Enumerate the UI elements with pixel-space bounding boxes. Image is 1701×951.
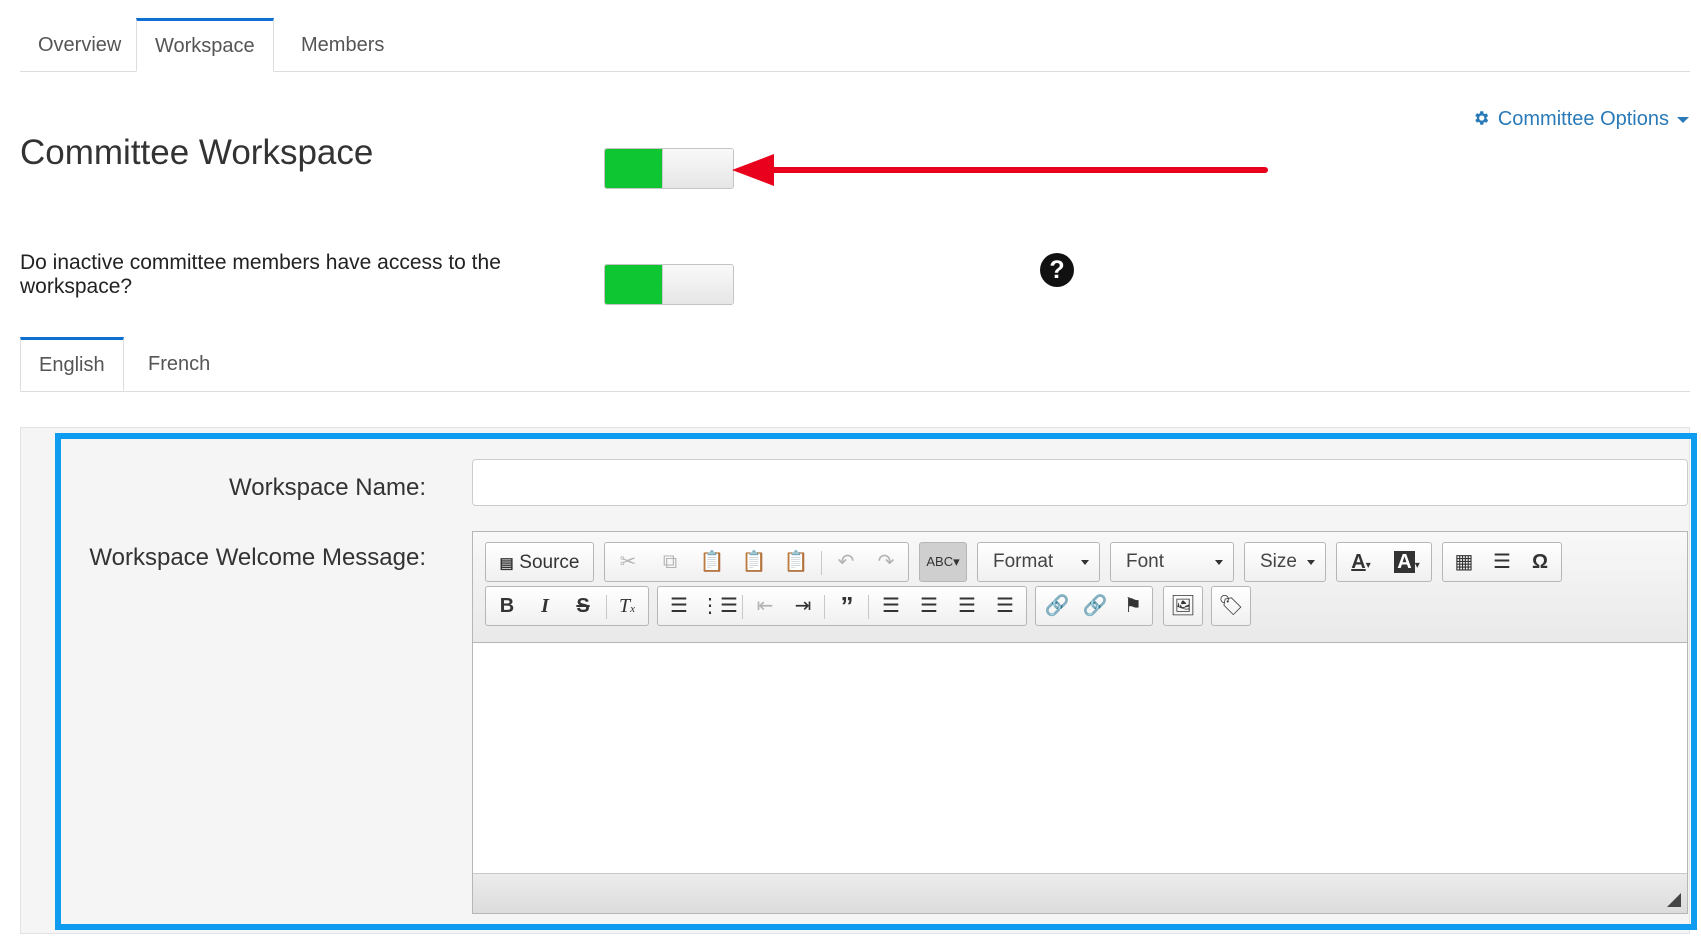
paste-word-icon[interactable]: 📋 [777, 543, 815, 581]
language-tabs: English French [20, 337, 1690, 392]
help-icon[interactable]: ? [1040, 253, 1074, 287]
align-center-icon[interactable]: ☰ [910, 587, 948, 625]
editor-content-area[interactable] [473, 643, 1687, 874]
top-tabs: Overview Workspace Members [20, 18, 1690, 72]
paste-icon[interactable]: 📋 [693, 543, 731, 581]
resize-handle-icon[interactable] [1667, 893, 1681, 907]
toggle-on-segment [605, 149, 662, 188]
dropdown-arrow-icon [1307, 560, 1315, 565]
paragraph-group: ☰ ⋮☰ ⇤ ⇥ ” ☰ ☰ ☰ ☰ [657, 586, 1027, 626]
color-group: A▾ A ▾ [1336, 542, 1432, 582]
text-color-icon[interactable]: A▾ [1339, 543, 1383, 581]
toggle-knob [662, 149, 733, 188]
numbered-list-icon[interactable]: ☰ [660, 587, 698, 625]
committee-options-dropdown[interactable]: Committee Options [1472, 108, 1689, 131]
copy-icon[interactable]: ⧉ [651, 543, 689, 581]
font-label: Font [1126, 551, 1165, 572]
anchor-flag-icon[interactable]: ⚑ [1114, 587, 1152, 625]
redo-icon[interactable]: ↷ [867, 543, 905, 581]
gear-icon [1472, 108, 1490, 131]
dropdown-arrow-icon [1081, 560, 1089, 565]
separator [821, 551, 822, 575]
link-icon[interactable]: 🔗 [1038, 587, 1076, 625]
remove-format-icon[interactable]: Tx [608, 587, 646, 625]
inactive-access-toggle[interactable] [604, 264, 734, 305]
size-combo[interactable]: Size [1244, 542, 1326, 582]
format-combo[interactable]: Format [977, 542, 1100, 582]
tag-icon[interactable]: 🏷 [1212, 587, 1250, 625]
horizontal-line-icon[interactable]: ☰ [1483, 543, 1521, 581]
red-arrow-annotation [732, 154, 1268, 186]
caret-down-icon [1677, 116, 1689, 123]
table-icon[interactable]: ▦ [1445, 543, 1483, 581]
rich-text-editor: ▤ Source ✂ ⧉ 📋 📋 📋 ↶ ↷ ABC▾ Format Font … [472, 531, 1688, 914]
indent-icon[interactable]: ⇥ [784, 587, 822, 625]
toggle-on-segment [605, 265, 662, 304]
tab-english[interactable]: English [20, 337, 124, 391]
spellcheck-icon[interactable]: ABC▾ [920, 543, 966, 581]
basic-style-group: B I S Tx [485, 586, 649, 626]
background-color-icon[interactable]: A ▾ [1385, 543, 1429, 581]
workspace-name-label: Workspace Name: [229, 474, 426, 501]
inactive-access-question: Do inactive committee members have acces… [20, 251, 501, 298]
committee-options-label: Committee Options [1497, 108, 1669, 130]
separator [824, 595, 825, 619]
outdent-icon[interactable]: ⇤ [746, 587, 784, 625]
format-label: Format [993, 551, 1054, 572]
tab-workspace[interactable]: Workspace [136, 18, 274, 72]
cut-icon[interactable]: ✂ [609, 543, 647, 581]
tab-french[interactable]: French [130, 337, 228, 391]
font-combo[interactable]: Font [1110, 542, 1234, 582]
bulleted-list-icon[interactable]: ⋮☰ [700, 587, 738, 625]
blockquote-icon[interactable]: ” [828, 587, 866, 625]
spellcheck-group: ABC▾ [919, 542, 967, 582]
templates-group: 🖼 [1163, 586, 1203, 626]
undo-icon[interactable]: ↶ [827, 543, 865, 581]
tab-members[interactable]: Members [283, 18, 402, 72]
separator [742, 595, 743, 619]
workspace-name-input[interactable] [472, 459, 1688, 506]
insert-group: ▦ ☰ Ω [1442, 542, 1562, 582]
placeholder-group: 🏷 [1211, 586, 1251, 626]
source-button[interactable]: ▤ Source [486, 543, 593, 581]
italic-icon[interactable]: I [526, 587, 564, 625]
justify-icon[interactable]: ☰ [986, 587, 1024, 625]
source-group: ▤ Source [485, 542, 594, 582]
toggle-knob [662, 265, 733, 304]
source-label: Source [519, 552, 580, 573]
bold-icon[interactable]: B [488, 587, 526, 625]
editor-toolbar: ▤ Source ✂ ⧉ 📋 📋 📋 ↶ ↷ ABC▾ Format Font … [473, 532, 1687, 643]
source-icon: ▤ [499, 555, 514, 572]
templates-icon[interactable]: 🖼 [1164, 587, 1202, 625]
unlink-icon[interactable]: 🔗 [1076, 587, 1114, 625]
tab-overview[interactable]: Overview [20, 18, 139, 72]
separator [868, 595, 869, 619]
workspace-enabled-toggle[interactable] [604, 148, 734, 189]
separator [606, 595, 607, 619]
dropdown-arrow-icon [1215, 560, 1223, 565]
paste-text-icon[interactable]: 📋 [735, 543, 773, 581]
editor-status-bar [473, 873, 1687, 913]
strikethrough-icon[interactable]: S [564, 587, 602, 625]
clipboard-group: ✂ ⧉ 📋 📋 📋 ↶ ↷ [604, 542, 909, 582]
align-right-icon[interactable]: ☰ [948, 587, 986, 625]
size-label: Size [1260, 551, 1297, 572]
align-left-icon[interactable]: ☰ [872, 587, 910, 625]
welcome-message-label: Workspace Welcome Message: [89, 544, 426, 571]
special-character-icon[interactable]: Ω [1521, 543, 1559, 581]
page-title: Committee Workspace [20, 133, 374, 172]
link-group: 🔗 🔗 ⚑ [1035, 586, 1153, 626]
